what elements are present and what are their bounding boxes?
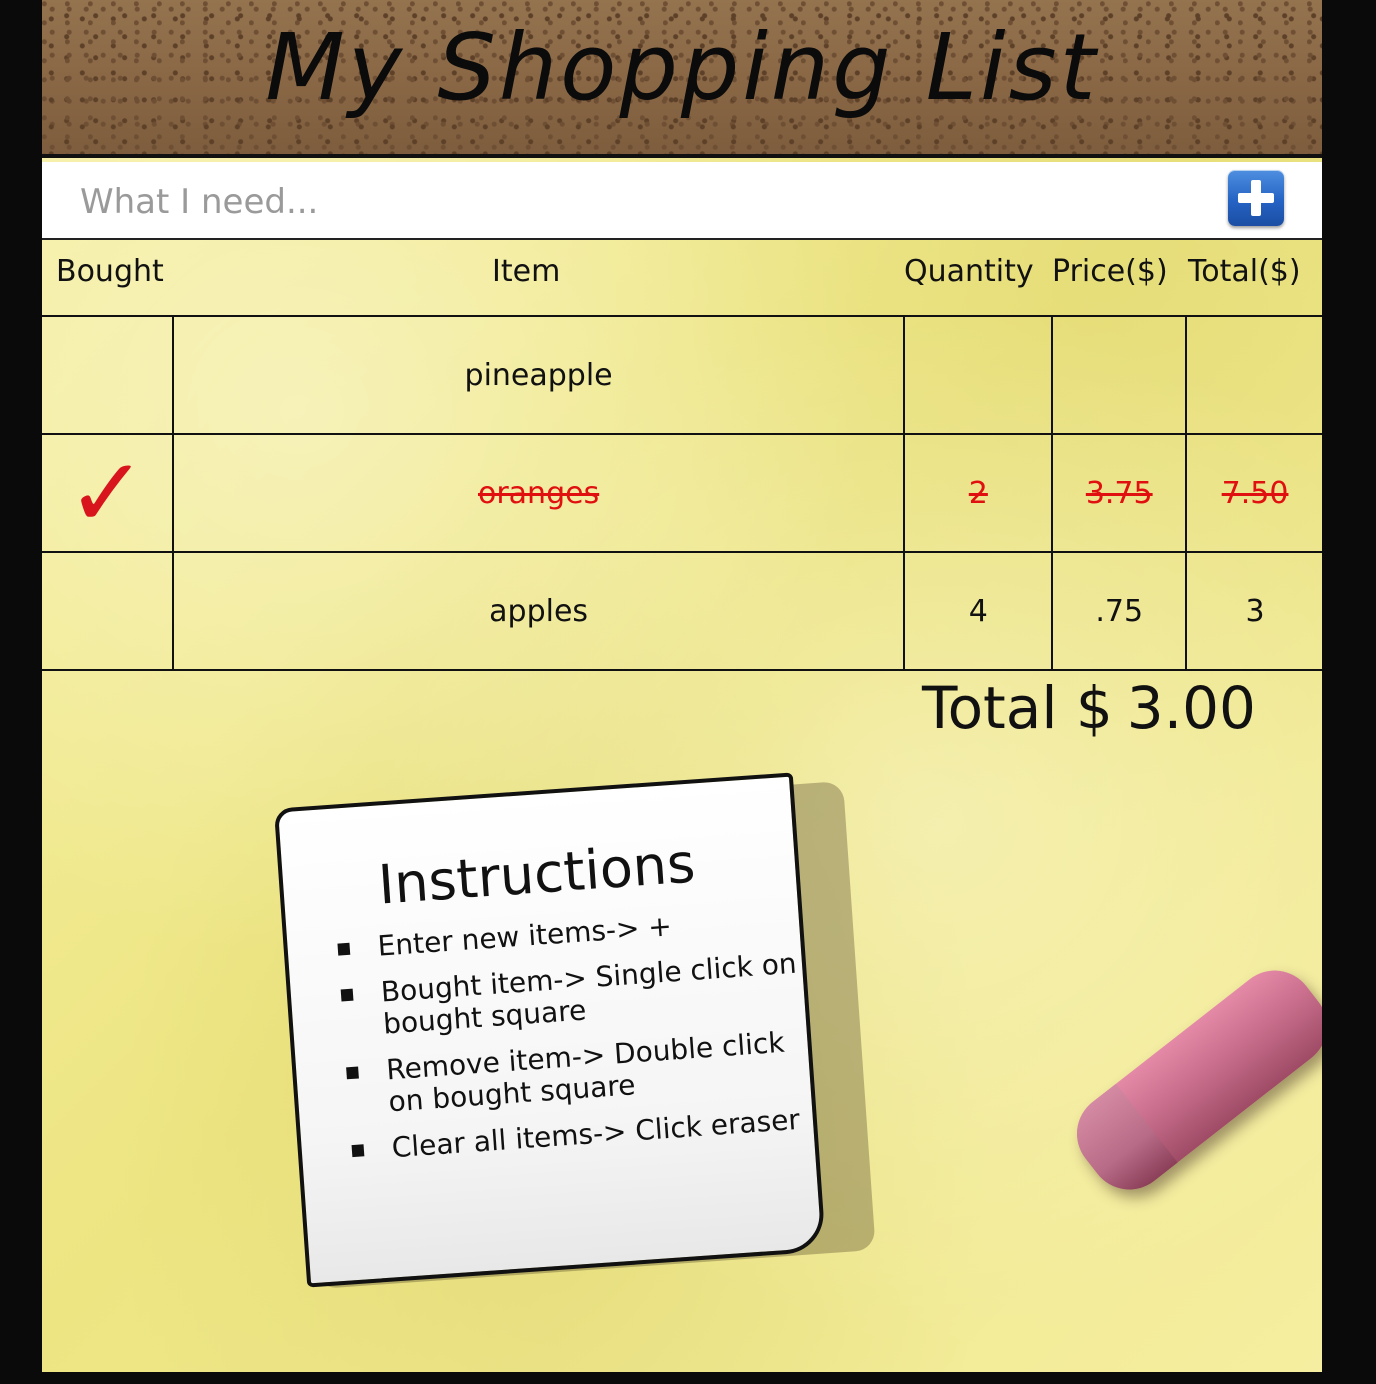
bought-square[interactable] <box>42 551 174 671</box>
header-bar: My Shopping List <box>42 0 1322 158</box>
instructions-title: Instructions <box>376 831 698 917</box>
bought-square[interactable]: ✓ <box>42 433 174 553</box>
item-total: 3 <box>1185 551 1322 671</box>
header-total: Total($) <box>1188 254 1301 289</box>
item-name: apples <box>171 551 906 671</box>
new-item-input[interactable] <box>78 176 1202 228</box>
bought-square[interactable] <box>42 315 174 435</box>
header-bought: Bought <box>56 254 164 289</box>
header-quantity: Quantity <box>904 254 1034 289</box>
header-price: Price($) <box>1052 254 1168 289</box>
item-quantity <box>903 315 1054 435</box>
items-table: pineapple ✓ oranges 2 3.75 7.50 apples 4… <box>42 315 1322 671</box>
table-row: ✓ oranges 2 3.75 7.50 <box>42 433 1322 553</box>
shopping-list-app: My Shopping List Bought Item Quantity Pr… <box>42 0 1322 1372</box>
table-row: pineapple <box>42 315 1322 435</box>
grand-total: Total $3.00 <box>922 674 1270 742</box>
table-row: apples 4 .75 3 <box>42 551 1322 671</box>
entry-bar <box>42 162 1322 240</box>
checkmark-icon: ✓ <box>66 437 148 549</box>
item-quantity: 4 <box>903 551 1054 671</box>
item-price: .75 <box>1051 551 1188 671</box>
instructions-list: Enter new items-> + Bought item-> Single… <box>327 902 813 1182</box>
item-price <box>1051 315 1188 435</box>
header-item: Item <box>492 254 561 289</box>
item-name: oranges <box>171 433 906 553</box>
item-name: pineapple <box>171 315 906 435</box>
item-total: 7.50 <box>1185 433 1322 553</box>
grand-total-label: Total $ <box>922 674 1113 742</box>
instructions-note: Instructions Enter new items-> + Bought … <box>273 772 827 1288</box>
add-item-button[interactable] <box>1228 170 1284 226</box>
item-total <box>1185 315 1322 435</box>
page-title: My Shopping List <box>265 14 1099 121</box>
item-price: 3.75 <box>1051 433 1188 553</box>
grand-total-value: 3.00 <box>1126 674 1256 742</box>
item-quantity: 2 <box>903 433 1054 553</box>
eraser-button[interactable] <box>1060 954 1322 1206</box>
